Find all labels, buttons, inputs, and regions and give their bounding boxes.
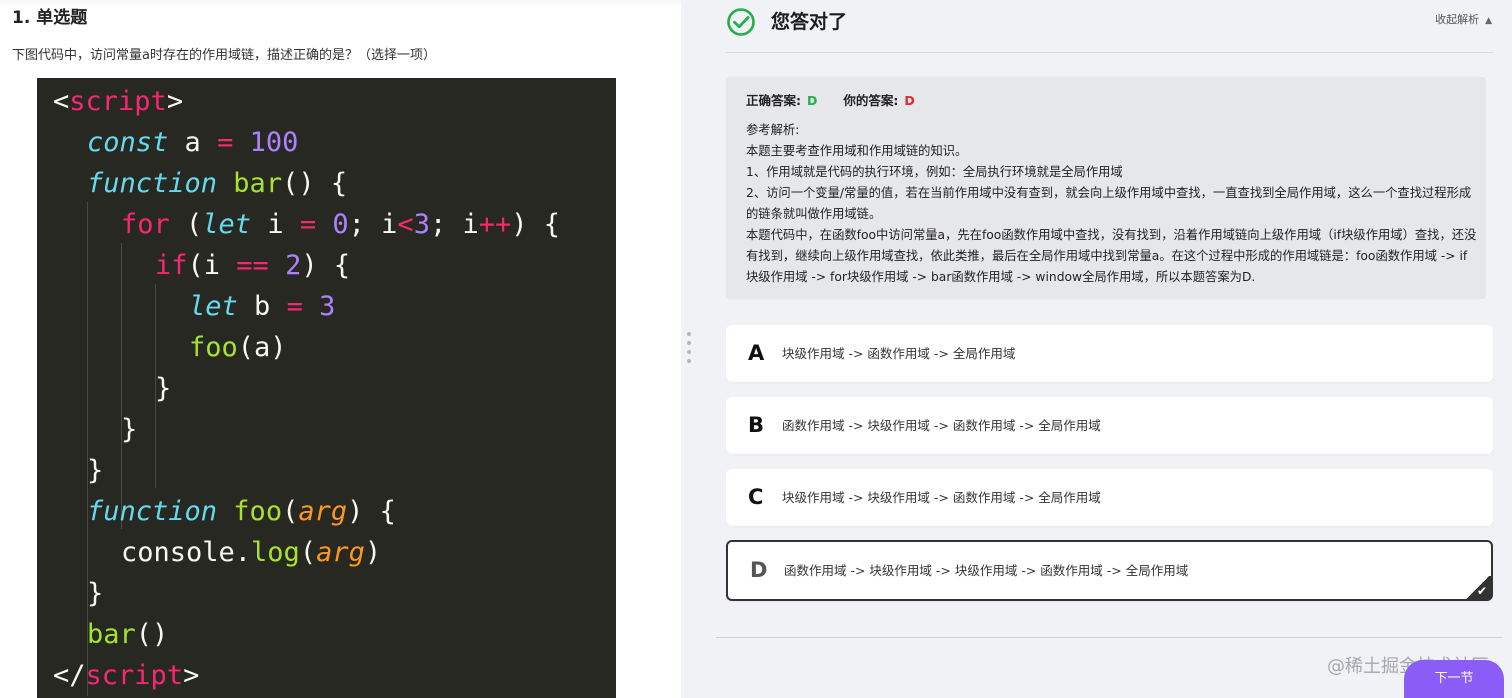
question-title: 1. 单选题 xyxy=(12,8,88,28)
collapse-explanation-button[interactable]: 收起解析 ▲ xyxy=(1435,12,1492,29)
next-section-button[interactable]: 下一节 xyxy=(1404,660,1504,698)
option-text: 函数作用域 -> 块级作用域 -> 函数作用域 -> 全局作用域 xyxy=(782,418,1101,433)
divider xyxy=(726,52,1494,53)
option-d[interactable]: D 函数作用域 -> 块级作用域 -> 块级作用域 -> 函数作用域 -> 全局… xyxy=(726,540,1493,601)
collapse-label: 收起解析 xyxy=(1435,13,1480,26)
question-pane: 1. 单选题 下图代码中，访问常量a时存在的作用域链，描述正确的是？（选择一项）… xyxy=(0,0,681,698)
code-line: const a = 100 xyxy=(87,127,299,158)
code-line: <script> xyxy=(53,86,184,117)
option-b[interactable]: B 函数作用域 -> 块级作用域 -> 函数作用域 -> 全局作用域 xyxy=(726,397,1493,454)
option-a[interactable]: A 块级作用域 -> 函数作用域 -> 全局作用域 xyxy=(726,325,1493,382)
correct-answer-label: 正确答案: xyxy=(746,93,801,108)
code-line: for (let i = 0; i<3; i++) { xyxy=(121,209,561,240)
code-line: } xyxy=(87,455,104,486)
explanation-line: 1、作用域就是代码的执行环境，例如：全局执行环境就是全局作用域 xyxy=(746,165,1123,179)
drag-dot-icon xyxy=(687,341,691,345)
your-answer-label: 你的答案: xyxy=(843,93,899,108)
option-text: 块级作用域 -> 块级作用域 -> 函数作用域 -> 全局作用域 xyxy=(782,490,1101,505)
pane-resize-handle[interactable] xyxy=(681,0,697,698)
explanation-text: 参考解析: 本题主要考查作用域和作用域链的知识。 1、作用域就是代码的执行环境，… xyxy=(746,120,1478,288)
code-line: foo(a) xyxy=(189,332,287,363)
your-answer-value: D xyxy=(904,93,915,108)
code-line: } xyxy=(121,414,138,445)
code-line: let b = 3 xyxy=(189,291,336,322)
explanation-line: 本题主要考查作用域和作用域链的知识。 xyxy=(746,144,968,158)
drag-dot-icon xyxy=(687,332,691,336)
check-circle-icon xyxy=(727,8,755,36)
explanation-panel: 正确答案: D 你的答案: D 参考解析: 本题主要考查作用域和作用域链的知识。 1、… xyxy=(726,77,1486,299)
option-letter: B xyxy=(748,413,765,437)
option-c[interactable]: C 块级作用域 -> 块级作用域 -> 函数作用域 -> 全局作用域 xyxy=(726,469,1493,526)
checkmark-icon: ✔ xyxy=(1476,584,1487,598)
option-text: 块级作用域 -> 函数作用域 -> 全局作用域 xyxy=(782,346,1016,361)
code-line: function bar() { xyxy=(87,168,348,199)
drag-dot-icon xyxy=(687,359,691,363)
explanation-line: 本题代码中，在函数foo中访问常量a，先在foo函数作用域中查找，没有找到，沿着… xyxy=(746,228,1477,284)
indent-guide xyxy=(121,243,122,529)
explanation-line: 2、访问一个变量/常量的值，若在当前作用域中没有查到，就会向上级作用域中查找，一… xyxy=(746,186,1472,221)
correct-answer-value: D xyxy=(807,93,818,108)
code-line: function foo(arg) { xyxy=(87,496,396,527)
code-line: if(i == 2) { xyxy=(155,250,351,281)
drag-dot-icon xyxy=(687,350,691,354)
answer-pane: 您答对了 收起解析 ▲ 正确答案: D 你的答案: D 参考解析: 本题主要考查作用域和… xyxy=(697,0,1512,698)
option-letter: A xyxy=(748,341,765,365)
answer-summary: 正确答案: D 你的答案: D xyxy=(746,91,915,111)
code-line: bar() xyxy=(87,619,169,650)
option-text: 函数作用域 -> 块级作用域 -> 块级作用域 -> 函数作用域 -> 全局作用… xyxy=(784,563,1189,578)
chevron-up-icon: ▲ xyxy=(1485,16,1492,26)
question-text: 下图代码中，访问常量a时存在的作用域链，描述正确的是？（选择一项） xyxy=(12,48,436,63)
code-line: } xyxy=(87,578,104,609)
divider xyxy=(716,637,1502,638)
code-line: </script> xyxy=(53,660,200,691)
explanation-heading: 参考解析: xyxy=(746,123,800,137)
result-title: 您答对了 xyxy=(771,11,848,33)
option-letter: D xyxy=(750,558,768,582)
code-image: <script> const a = 100 function bar() { … xyxy=(37,78,616,698)
selected-marker: ✔ xyxy=(1462,576,1492,600)
code-line: console.log(arg) xyxy=(121,537,382,568)
code-line: } xyxy=(155,373,172,404)
option-letter: C xyxy=(748,485,764,509)
